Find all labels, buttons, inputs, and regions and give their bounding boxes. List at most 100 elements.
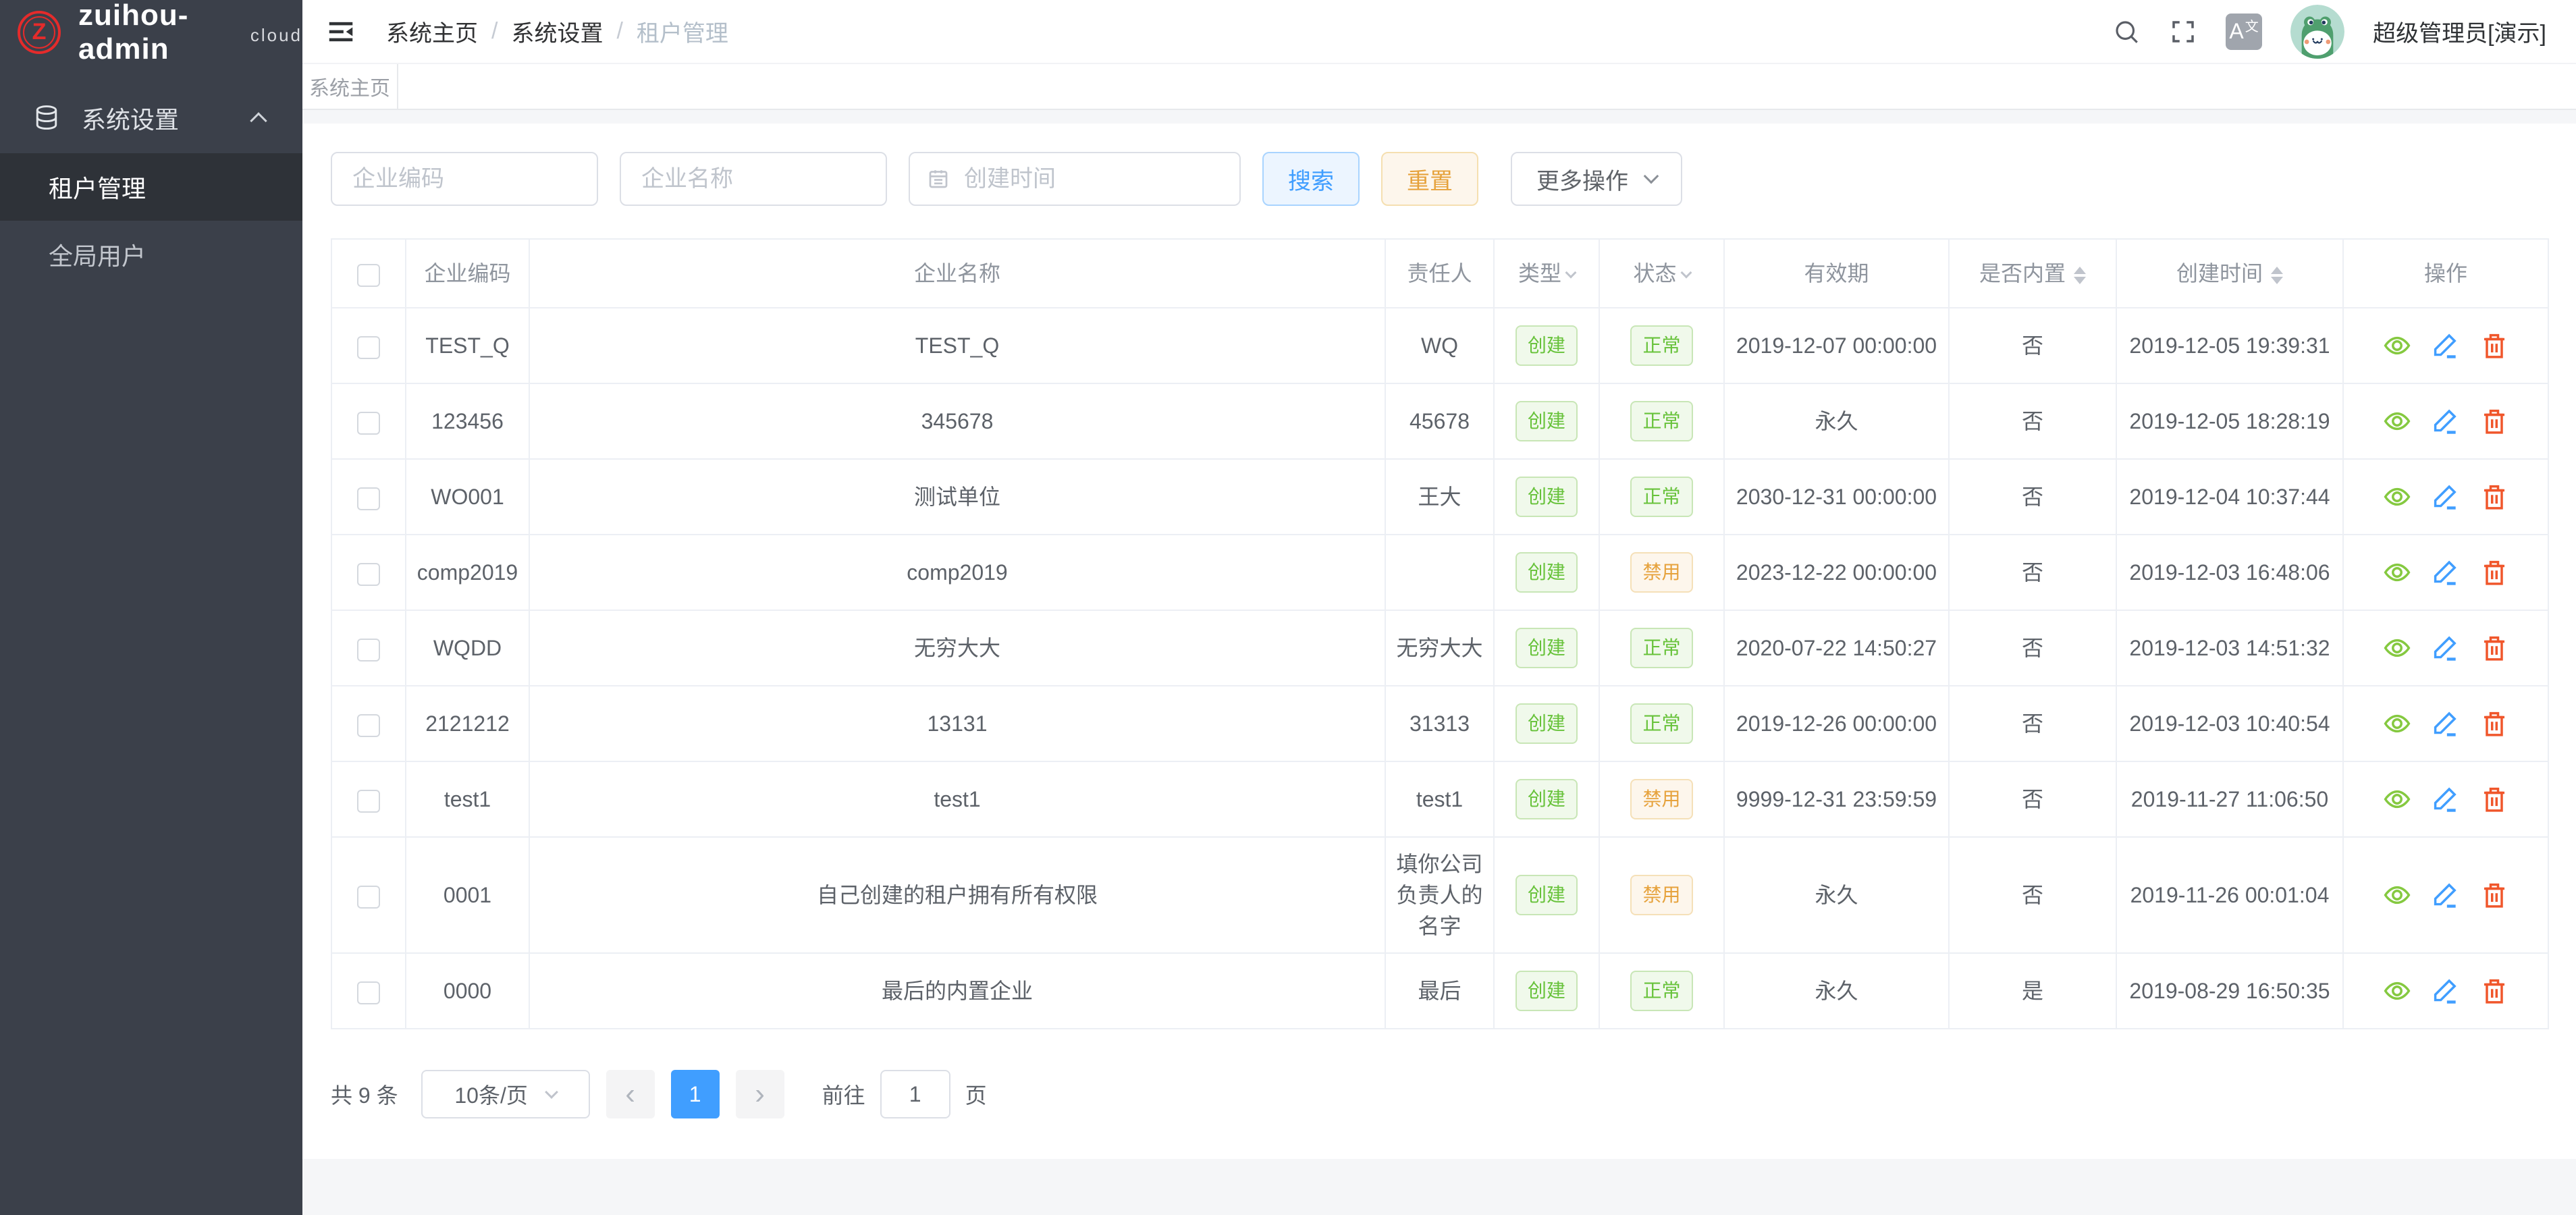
cell-company-name: 无穷大大	[529, 610, 1385, 686]
delete-icon[interactable]	[2479, 633, 2509, 663]
company-name-input[interactable]	[620, 152, 887, 206]
more-actions-button[interactable]: 更多操作	[1511, 152, 1682, 206]
col-label: 责任人	[1407, 261, 1472, 286]
sidebar-item-system-settings[interactable]: 系统设置	[0, 83, 302, 153]
type-badge: 创建	[1515, 552, 1578, 593]
view-icon[interactable]	[2382, 976, 2412, 1006]
row-checkbox[interactable]	[357, 714, 380, 737]
row-checkbox[interactable]	[357, 412, 380, 435]
table-row: 0000 最后的内置企业 最后 创建 正常 永久 是 2019-08-29 16…	[331, 953, 2548, 1029]
sidebar-item-global-users[interactable]: 全局用户	[0, 221, 302, 288]
col-label: 操作	[2424, 261, 2467, 286]
cell-created: 2019-12-05 18:28:19	[2116, 383, 2343, 459]
delete-icon[interactable]	[2479, 406, 2509, 436]
delete-icon[interactable]	[2479, 976, 2509, 1006]
created-date-input[interactable]	[909, 152, 1241, 206]
cell-expire: 2019-12-26 00:00:00	[1724, 686, 1949, 761]
delete-icon[interactable]	[2479, 482, 2509, 512]
reset-button[interactable]: 重置	[1381, 152, 1478, 206]
view-icon[interactable]	[2382, 482, 2412, 512]
search-icon[interactable]	[2112, 18, 2141, 46]
col-label: 类型	[1518, 261, 1561, 286]
cell-builtin: 否	[1949, 837, 2116, 953]
row-checkbox[interactable]	[357, 563, 380, 586]
fullscreen-icon[interactable]	[2169, 18, 2197, 46]
sort-icon[interactable]	[2271, 267, 2283, 284]
filter-caret-icon[interactable]	[1680, 267, 1692, 278]
page-size-select[interactable]: 10条/页	[421, 1070, 590, 1118]
breadcrumb-system-settings[interactable]: 系统设置	[511, 15, 603, 48]
view-icon[interactable]	[2382, 880, 2412, 910]
filter-caret-icon[interactable]	[1565, 267, 1577, 278]
sidebar-item-tenant-management[interactable]: 租户管理	[0, 153, 302, 221]
select-all-checkbox[interactable]	[357, 264, 380, 287]
view-icon[interactable]	[2382, 406, 2412, 436]
view-icon[interactable]	[2382, 331, 2412, 360]
edit-icon[interactable]	[2431, 633, 2461, 663]
delete-icon[interactable]	[2479, 784, 2509, 814]
created-date-field[interactable]	[964, 166, 1223, 192]
cell-owner: 最后	[1385, 953, 1494, 1029]
delete-icon[interactable]	[2479, 558, 2509, 587]
language-icon[interactable]: A文	[2226, 14, 2262, 50]
cell-created: 2019-12-03 14:51:32	[2116, 610, 2343, 686]
status-badge: 正常	[1630, 477, 1692, 517]
col-header-builtin[interactable]: 是否内置	[1949, 239, 2116, 308]
delete-icon[interactable]	[2479, 331, 2509, 360]
edit-icon[interactable]	[2431, 709, 2461, 738]
row-checkbox[interactable]	[357, 886, 380, 909]
row-actions	[2352, 558, 2540, 587]
cell-company-name: comp2019	[529, 535, 1385, 610]
cell-created: 2019-12-03 16:48:06	[2116, 535, 2343, 610]
next-page-button[interactable]: ›	[736, 1070, 784, 1118]
page-number-current[interactable]: 1	[671, 1070, 720, 1118]
delete-icon[interactable]	[2479, 880, 2509, 910]
edit-icon[interactable]	[2431, 406, 2461, 436]
company-code-input[interactable]	[331, 152, 598, 206]
row-checkbox[interactable]	[357, 790, 380, 813]
row-checkbox[interactable]	[357, 639, 380, 662]
sidebar-parent-label: 系统设置	[82, 101, 179, 136]
cell-builtin: 否	[1949, 459, 2116, 535]
row-checkbox[interactable]	[357, 336, 380, 359]
user-name[interactable]: 超级管理员[演示]	[2373, 15, 2546, 48]
col-header-created[interactable]: 创建时间	[2116, 239, 2343, 308]
table-row: test1 test1 test1 创建 禁用 9999-12-31 23:59…	[331, 761, 2548, 837]
col-header-status[interactable]: 状态	[1599, 239, 1724, 308]
row-checkbox[interactable]	[357, 981, 380, 1004]
status-badge: 正常	[1630, 971, 1692, 1011]
status-badge: 正常	[1630, 401, 1692, 441]
cell-created: 2019-08-29 16:50:35	[2116, 953, 2343, 1029]
goto-page-input[interactable]	[880, 1070, 950, 1118]
view-icon[interactable]	[2382, 558, 2412, 587]
cell-company-code: WQDD	[406, 610, 529, 686]
breadcrumb-current: 租户管理	[637, 15, 728, 48]
delete-icon[interactable]	[2479, 709, 2509, 738]
tab-home[interactable]: 系统主页	[302, 64, 398, 109]
view-icon[interactable]	[2382, 709, 2412, 738]
search-button[interactable]: 搜索	[1262, 152, 1360, 206]
prev-page-button[interactable]: ‹	[606, 1070, 655, 1118]
row-checkbox[interactable]	[357, 487, 380, 510]
tenant-table: 企业编码 企业名称 责任人 类型 状态 有效期 是否内置 创建时间 操作	[331, 238, 2549, 1029]
edit-icon[interactable]	[2431, 784, 2461, 814]
cell-owner: 31313	[1385, 686, 1494, 761]
edit-icon[interactable]	[2431, 558, 2461, 587]
cell-expire: 2019-12-07 00:00:00	[1724, 308, 1949, 383]
edit-icon[interactable]	[2431, 976, 2461, 1006]
type-badge: 创建	[1515, 477, 1578, 517]
goto-label: 前往	[822, 1079, 865, 1110]
edit-icon[interactable]	[2431, 880, 2461, 910]
edit-icon[interactable]	[2431, 482, 2461, 512]
col-header-type[interactable]: 类型	[1494, 239, 1599, 308]
view-icon[interactable]	[2382, 784, 2412, 814]
avatar[interactable]	[2290, 5, 2344, 59]
table-row: comp2019 comp2019 创建 禁用 2023-12-22 00:00…	[331, 535, 2548, 610]
chevron-down-icon	[1644, 169, 1659, 184]
view-icon[interactable]	[2382, 633, 2412, 663]
collapse-sidebar-icon[interactable]	[325, 16, 356, 47]
breadcrumb-home[interactable]: 系统主页	[386, 15, 478, 48]
cell-owner: 王大	[1385, 459, 1494, 535]
edit-icon[interactable]	[2431, 331, 2461, 360]
sort-icon[interactable]	[2074, 267, 2086, 284]
